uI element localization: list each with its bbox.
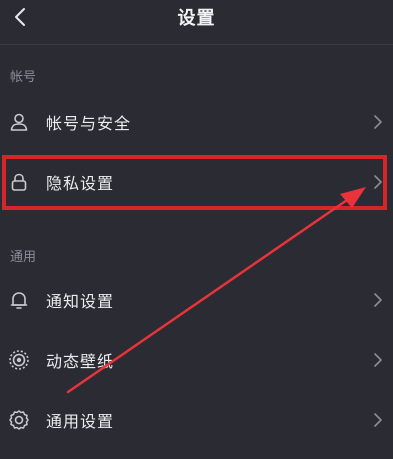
row-live-wallpaper[interactable]: 动态壁纸 [0, 332, 393, 388]
user-icon [8, 111, 30, 133]
row-account-security[interactable]: 帐号与安全 [0, 94, 393, 150]
section-label-general: 通用 [10, 250, 37, 265]
row-label-live-wallpaper: 动态壁纸 [46, 352, 115, 371]
header-divider [0, 44, 393, 45]
highlight-box [2, 155, 387, 210]
row-label-account-security: 帐号与安全 [46, 114, 132, 133]
annotation-arrow [66, 187, 366, 394]
header: 设置 [0, 0, 393, 36]
row-notifications[interactable]: 通知设置 [0, 272, 393, 328]
chevron-right-icon [373, 292, 383, 308]
chevron-right-icon [373, 412, 383, 428]
chevron-right-icon [373, 352, 383, 368]
section-label-account: 帐号 [10, 70, 37, 85]
gear-icon [8, 409, 30, 431]
row-label-general: 通用设置 [46, 412, 115, 431]
bell-icon [8, 289, 30, 311]
row-general[interactable]: 通用设置 [0, 392, 393, 448]
page-title: 设置 [177, 8, 216, 29]
chevron-right-icon [373, 114, 383, 130]
row-label-notifications: 通知设置 [46, 292, 115, 311]
wallpaper-icon [8, 349, 30, 371]
